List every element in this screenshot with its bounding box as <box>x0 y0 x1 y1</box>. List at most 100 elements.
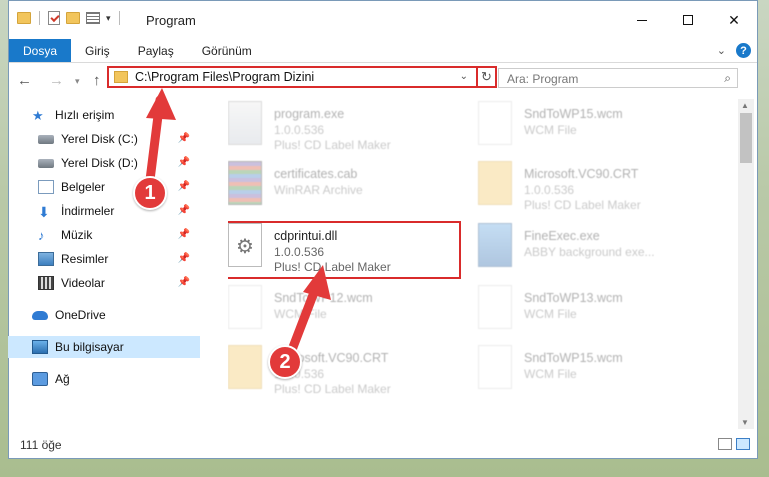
nav-this-pc[interactable]: Bu bilgisayar <box>8 336 200 358</box>
pictures-icon <box>38 252 54 266</box>
view-switcher <box>718 438 750 450</box>
minimize-button[interactable] <box>619 1 665 39</box>
file-list: program.exe 1.0.0.536 Plus! CD Label Mak… <box>228 99 761 429</box>
minimize-icon <box>637 19 647 21</box>
nav-item-pictures[interactable]: Resimler 📌 <box>8 248 200 270</box>
view-properties-icon[interactable] <box>86 12 100 24</box>
tab-home[interactable]: Giriş <box>71 39 124 62</box>
navigation-pane: ★ Hızlı erişim Yerel Disk (C:) 📌 Yerel D… <box>8 99 203 429</box>
archive-icon <box>228 161 262 205</box>
videos-icon <box>38 276 54 290</box>
scroll-down-icon[interactable]: ▼ <box>741 418 749 427</box>
file-icon <box>478 285 512 329</box>
nav-onedrive[interactable]: OneDrive <box>8 304 200 326</box>
exe-icon <box>478 223 512 267</box>
nav-item-downloads[interactable]: ⬇ İndirmeler 📌 <box>8 200 200 222</box>
forward-arrow-icon[interactable]: → <box>49 72 64 89</box>
status-bar: 111 öğe <box>8 432 758 456</box>
nav-item-videos[interactable]: Videolar 📌 <box>8 272 200 294</box>
file-name: FineExec.exe <box>524 229 600 243</box>
quick-access-toolbar: ▾ <box>17 11 122 25</box>
nav-network[interactable]: Ağ <box>8 368 200 390</box>
pin-icon[interactable]: 📌 <box>178 181 190 192</box>
address-path: C:\Program Files\Program Dizini <box>135 70 315 84</box>
nav-label: Yerel Disk (C:) <box>61 132 138 146</box>
file-name: program.exe <box>274 107 345 121</box>
back-arrow-icon[interactable]: ← <box>17 72 32 89</box>
properties-check-icon[interactable] <box>48 11 60 25</box>
nav-label: Hızlı erişim <box>55 108 115 122</box>
details-view-icon[interactable] <box>718 438 732 450</box>
nav-label: Resimler <box>61 252 109 266</box>
help-icon[interactable]: ? <box>736 43 751 58</box>
new-folder-icon[interactable] <box>66 12 80 24</box>
close-icon: ✕ <box>728 11 740 28</box>
file-item[interactable]: program.exe 1.0.0.536 Plus! CD Label Mak… <box>228 101 468 161</box>
pin-icon[interactable]: 📌 <box>178 253 190 264</box>
nav-item-documents[interactable]: Belgeler 📌 <box>8 176 200 198</box>
network-icon <box>32 372 48 386</box>
file-name: SndToWP13.wcm <box>524 291 623 305</box>
callout-badge-1: 1 <box>133 176 167 210</box>
scroll-thumb[interactable] <box>740 113 752 163</box>
pin-icon[interactable]: 📌 <box>178 205 190 216</box>
file-name: SndToWP12.wcm <box>274 291 373 305</box>
address-history-chevron-icon[interactable]: ⌄ <box>460 71 468 82</box>
download-icon: ⬇ <box>38 204 50 220</box>
nav-label: Yerel Disk (D:) <box>61 156 138 170</box>
computer-icon <box>32 340 48 354</box>
maximize-button[interactable] <box>665 1 711 39</box>
drive-icon <box>38 158 54 168</box>
customize-toolbar-chevron-icon[interactable]: ▾ <box>106 13 111 24</box>
file-item[interactable]: Microsoft.VC90.CRT 1.0.0.536 Plus! CD La… <box>228 345 468 405</box>
file-detail: Plus! CD Label Maker <box>524 198 641 212</box>
file-name: SndToWP15.wcm <box>524 107 623 121</box>
file-detail: 1.0.0.536 <box>524 183 575 197</box>
scroll-up-icon[interactable]: ▲ <box>741 101 749 110</box>
recent-locations-chevron-icon[interactable]: ▾ <box>75 76 80 87</box>
file-detail: Plus! CD Label Maker <box>274 138 391 152</box>
nav-item-music[interactable]: ♪ Müzik 📌 <box>8 224 200 246</box>
file-icon <box>478 345 512 389</box>
tiles-view-icon[interactable] <box>736 438 750 450</box>
refresh-button[interactable]: ↻ <box>478 66 497 88</box>
close-button[interactable]: ✕ <box>711 1 757 39</box>
file-detail: 1.0.0.536 <box>274 123 325 137</box>
nav-item-disk-d[interactable]: Yerel Disk (D:) 📌 <box>8 152 200 174</box>
ribbon-tabs: Dosya Giriş Paylaş Görünüm ⌄ ? <box>9 39 757 63</box>
title-bar: ▾ Program ✕ <box>9 1 757 39</box>
search-input[interactable]: Ara: Program ⌕ <box>498 68 738 88</box>
nav-label: İndirmeler <box>61 204 115 218</box>
file-item[interactable]: SndToWP13.wcm WCM File <box>478 285 718 345</box>
file-item[interactable]: SndToWP12.wcm WCM File <box>228 285 468 345</box>
drive-icon <box>38 134 54 144</box>
address-bar[interactable]: C:\Program Files\Program Dizini ⌄ <box>107 66 478 88</box>
tab-file[interactable]: Dosya <box>9 39 72 62</box>
item-count: 111 öğe <box>20 438 62 452</box>
file-item[interactable]: Microsoft.VC90.CRT 1.0.0.536 Plus! CD La… <box>478 161 718 221</box>
tab-view[interactable]: Görünüm <box>188 39 266 62</box>
nav-quick-access[interactable]: ★ Hızlı erişim <box>8 104 200 126</box>
search-placeholder: Ara: Program <box>507 72 579 86</box>
nav-label: Belgeler <box>61 180 106 194</box>
file-item[interactable]: FineExec.exe ABBY background exe... <box>478 223 718 283</box>
search-icon: ⌕ <box>724 71 731 85</box>
music-icon: ♪ <box>38 228 45 243</box>
vertical-scrollbar[interactable]: ▲ ▼ <box>738 99 754 429</box>
file-name: certificates.cab <box>274 167 358 181</box>
file-item[interactable]: SndToWP15.wcm WCM File <box>478 101 718 161</box>
pin-icon[interactable]: 📌 <box>178 229 190 240</box>
maximize-icon <box>683 15 693 25</box>
cloud-icon <box>32 310 48 320</box>
pin-icon[interactable]: 📌 <box>178 277 190 288</box>
pin-icon[interactable]: 📌 <box>178 133 190 144</box>
tab-share[interactable]: Paylaş <box>124 39 188 62</box>
expand-ribbon-chevron-icon[interactable]: ⌄ <box>717 44 726 57</box>
up-arrow-icon[interactable]: ↑ <box>93 72 101 89</box>
file-detail: WCM File <box>524 367 577 381</box>
file-item[interactable]: certificates.cab WinRAR Archive <box>228 161 468 221</box>
pin-icon[interactable]: 📌 <box>178 157 190 168</box>
nav-label: Ağ <box>55 372 70 386</box>
file-item[interactable]: SndToWP15.wcm WCM File <box>478 345 718 405</box>
nav-item-disk-c[interactable]: Yerel Disk (C:) 📌 <box>8 128 200 150</box>
